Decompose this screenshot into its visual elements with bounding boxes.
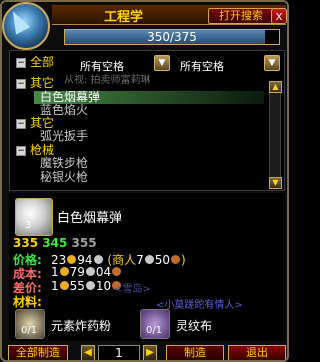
category-label: 枪械 <box>30 143 55 157</box>
vendor-close-paren: ) <box>181 253 186 267</box>
skill-level-orange: 335 <box>13 236 39 250</box>
filter-all-toggle[interactable]: − 全部 <box>16 56 54 69</box>
gold-coin-icon <box>59 281 69 290</box>
close-icon: x <box>275 9 283 23</box>
cost-value: 1 79 04 <box>51 265 122 279</box>
category-label: 其它 <box>30 76 55 90</box>
recipe-row[interactable]: 秘银火枪 <box>40 171 88 184</box>
filter-subclass-dropdown[interactable]: 所有空格 ▼ <box>178 55 280 73</box>
item-name: 白色烟幕弹 <box>57 211 123 226</box>
diff-gold: 1 <box>51 279 59 293</box>
quantity-input[interactable]: 1 <box>98 345 140 360</box>
silver-coin-icon <box>144 255 154 264</box>
gold-coin-icon <box>67 255 77 264</box>
scrollbar[interactable] <box>269 81 281 189</box>
vendor-copper: 50 <box>154 253 170 267</box>
copper-coin-icon <box>171 255 180 264</box>
close-button[interactable]: x <box>271 8 287 24</box>
tradeskill-window: 工程学 打开搜索 x 350/375 − 全部 所有空格 ▼ 所有空格 ▼ 从视:… <box>0 0 289 362</box>
cost-silver: 79 <box>69 265 85 279</box>
window-title: 工程学 <box>104 10 144 25</box>
collapse-icon: − <box>16 146 26 156</box>
chevron-left-icon: ◀ <box>84 347 92 358</box>
open-search-button[interactable]: 打开搜索 <box>208 8 274 24</box>
category-label: 其它 <box>30 116 55 130</box>
material-name: 元素炸药粉 <box>51 319 112 333</box>
scroll-up-icon[interactable]: ▲ <box>269 81 282 93</box>
chevron-down-icon[interactable]: ▼ <box>264 55 280 71</box>
skill-level-green: 345 <box>42 236 68 250</box>
increment-quantity-button[interactable]: ▶ <box>143 345 157 360</box>
cost-gold: 1 <box>51 265 59 279</box>
craft-all-button[interactable]: 全部制造 <box>8 345 68 360</box>
recipe-label: 秘银火枪 <box>40 170 89 184</box>
material-count: 0/1 <box>21 325 38 336</box>
silver-coin-icon <box>93 255 103 264</box>
recipe-label: 魔铁步枪 <box>40 156 89 170</box>
scroll-down-icon[interactable]: ▼ <box>269 177 282 189</box>
progress-text: 350/375 <box>147 30 197 44</box>
material-slot[interactable]: 0/1 灵纹布 <box>140 309 270 341</box>
recipe-label: 白色烟幕弹 <box>40 90 101 104</box>
material-count: 0/1 <box>146 325 163 336</box>
recipe-list-panel: − 全部 所有空格 ▼ 所有空格 ▼ 从视: 拍卖师富莉琳 − 其它 白色烟幕弹 蓝… <box>9 50 285 191</box>
recipe-label: 蓝色焰火 <box>40 103 89 117</box>
chevron-right-icon: ▶ <box>146 347 154 358</box>
portrait-icon <box>2 2 50 50</box>
skill-levels: 335 345 355 <box>13 236 97 250</box>
decrement-quantity-button[interactable]: ◀ <box>81 345 95 360</box>
collapse-icon: − <box>16 79 26 89</box>
collapse-icon: − <box>16 58 26 68</box>
overlay-guild-tag: <雪岛> <box>114 284 151 295</box>
exit-button[interactable]: 退出 <box>228 345 286 360</box>
recipe-label: 弧光扳手 <box>40 129 89 143</box>
item-icon[interactable] <box>15 198 53 236</box>
material-name: 灵纹布 <box>176 319 213 333</box>
craft-button[interactable]: 制造 <box>166 345 224 360</box>
gold-coin-icon <box>59 267 69 276</box>
collapse-icon: − <box>16 119 26 129</box>
recipe-row[interactable]: 魔铁步枪 <box>40 157 88 170</box>
overlay-ghost-text: 从视: 拍卖师富莉琳 <box>64 75 151 86</box>
silver-coin-icon <box>85 281 95 290</box>
skill-progress-bar: 350/375 <box>64 29 280 45</box>
filter-subclass-value: 所有空格 <box>180 60 224 73</box>
category-row[interactable]: − 其它 <box>16 77 54 90</box>
skill-level-gray: 355 <box>71 236 97 250</box>
filter-all-label: 全部 <box>30 55 55 69</box>
item-count: 3 <box>25 220 32 231</box>
diff-silver: 55 <box>69 279 85 293</box>
recipe-row[interactable]: 弧光扳手 <box>40 130 88 143</box>
material-slot[interactable]: 0/1 元素炸药粉 <box>15 309 135 341</box>
cost-copper: 04 <box>95 265 112 279</box>
materials-label: 材料: <box>13 295 42 309</box>
vendor-silver: 7 <box>136 253 144 267</box>
copper-coin-icon <box>112 267 122 276</box>
difference-value: 1 55 10 <box>51 279 122 293</box>
silver-coin-icon <box>85 267 95 276</box>
chevron-down-icon[interactable]: ▼ <box>154 55 170 71</box>
diff-copper: 10 <box>95 279 112 293</box>
